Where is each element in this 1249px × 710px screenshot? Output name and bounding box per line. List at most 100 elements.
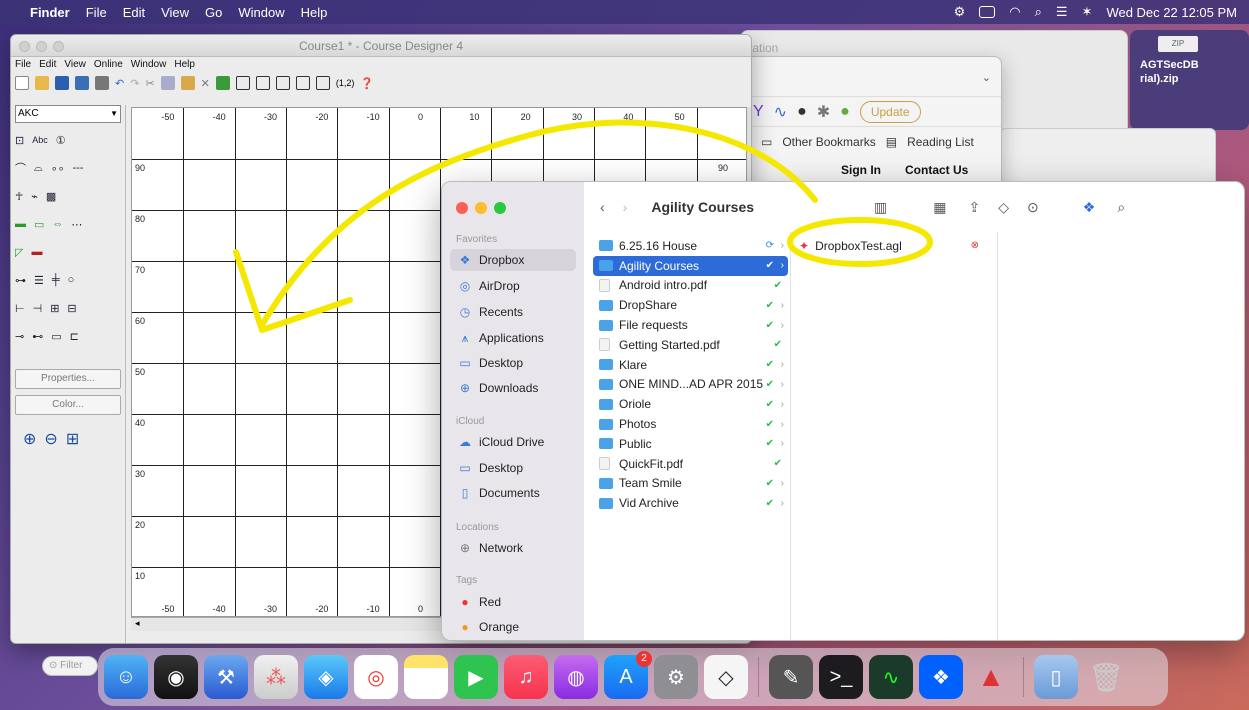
weave-icon[interactable]: ∘∘ — [51, 162, 65, 175]
sign-in-link[interactable]: Sign In — [841, 163, 881, 177]
finder-list-item[interactable]: Klare ✔ › — [593, 355, 788, 375]
save-all-icon[interactable] — [75, 76, 89, 90]
cd-menu-edit[interactable]: Edit — [39, 57, 56, 73]
text-label-icon[interactable] — [315, 76, 330, 90]
broad-jump-icon[interactable]: ⊸ — [15, 330, 24, 343]
sidebar-item-icloud-drive[interactable]: ☁ iCloud Drive — [450, 431, 576, 453]
save-icon[interactable] — [55, 76, 69, 90]
zoom-in-icon[interactable]: ⊕ — [23, 429, 36, 449]
oxer-icon[interactable]: ⊟ — [67, 302, 76, 315]
sidebar-item-documents[interactable]: ▯ Documents — [450, 482, 576, 504]
virtualbox-dock-icon[interactable]: ◇ — [704, 655, 748, 699]
dog-icon[interactable]: ⌁ — [31, 190, 38, 203]
new-icon[interactable] — [15, 76, 29, 90]
extension-icon-3[interactable]: ● — [797, 103, 807, 121]
zoom-out-icon[interactable]: ⊖ — [44, 429, 57, 449]
finder-list-item[interactable]: Getting Started.pdf ✔ — [593, 335, 788, 355]
menu-help[interactable]: Help — [301, 5, 328, 20]
cut-icon[interactable]: ✂ — [145, 77, 154, 90]
finder-list-item[interactable]: ✦ DropboxTest.agl ⊗ — [793, 236, 995, 256]
path-icon[interactable] — [275, 76, 290, 90]
siri-icon[interactable]: ✶ — [1082, 4, 1093, 20]
double-jump-icon[interactable]: ⊞ — [50, 302, 59, 315]
sidebar-item-dropbox[interactable]: ❖ Dropbox — [450, 249, 576, 271]
help-icon[interactable]: ❓ — [360, 77, 374, 90]
finder-list-item[interactable]: ONE MIND...AD APR 2015 ✔ › — [593, 375, 788, 395]
chevron-down-icon[interactable]: ⌄ — [982, 71, 991, 84]
sidebar-item-tag-red[interactable]: ● Red — [450, 591, 576, 613]
course-designer-dock-icon[interactable]: ✎ — [769, 655, 813, 699]
finder-list-item[interactable]: Vid Archive ✔ › — [593, 493, 788, 513]
menu-clock[interactable]: Wed Dec 22 12:05 PM — [1106, 5, 1237, 20]
teeter-icon[interactable]: ▭ — [34, 218, 44, 231]
cd-menu-help[interactable]: Help — [174, 57, 195, 73]
sidebar-item-tag-orange[interactable]: ● Orange — [450, 616, 576, 638]
number-marker-icon[interactable]: ① — [56, 134, 66, 147]
dropbox-dock-icon[interactable]: ❖ — [919, 655, 963, 699]
dash-line-icon[interactable]: --- — [72, 162, 83, 174]
menu-edit[interactable]: Edit — [123, 5, 145, 20]
menu-file[interactable]: File — [86, 5, 107, 20]
reading-list[interactable]: Reading List — [907, 135, 974, 149]
wing-jump-icon[interactable]: ⊣ — [33, 302, 43, 315]
contact-link[interactable]: Contact Us — [905, 163, 968, 177]
open-icon[interactable] — [35, 76, 49, 90]
color-button[interactable]: Color... — [15, 395, 121, 415]
forward-icon[interactable]: › — [623, 199, 628, 215]
chrome-dock-icon[interactable]: ◎ — [354, 655, 398, 699]
jump-icon[interactable]: ⊶ — [15, 274, 26, 287]
text-tool-icon[interactable]: Abc — [32, 135, 48, 145]
cd-menu-window[interactable]: Window — [131, 57, 167, 73]
puzzle-icon[interactable]: ✱ — [817, 102, 830, 122]
bar-jump-icon[interactable]: ⊢ — [15, 302, 25, 315]
system-preferences-dock-icon[interactable]: ⚙ — [654, 655, 698, 699]
finder-list-item[interactable]: Photos ✔ › — [593, 414, 788, 434]
sidebar-item-applications[interactable]: ⩚ Applications — [450, 327, 576, 349]
chute-icon[interactable]: ▭ — [51, 330, 61, 343]
close-button[interactable] — [19, 41, 30, 52]
sidebar-item-desktop[interactable]: ▭ Desktop — [450, 352, 576, 374]
properties-button[interactable]: Properties... — [15, 369, 121, 389]
spread-icon[interactable]: ⊏ — [70, 330, 79, 343]
activity-monitor-dock-icon[interactable]: ∿ — [869, 655, 913, 699]
finder-zoom-button[interactable] — [494, 202, 506, 214]
tire-icon[interactable]: ○ — [68, 274, 75, 286]
siri-dock-icon[interactable]: ◉ — [154, 655, 198, 699]
pattern-icon[interactable]: ▩ — [46, 190, 56, 203]
group-icon[interactable]: ▦ — [933, 199, 946, 216]
print-icon[interactable] — [95, 76, 109, 90]
extension-icon-2[interactable]: ∿ — [774, 102, 787, 122]
undo-icon[interactable]: ↶ — [115, 77, 124, 90]
long-jump-icon[interactable]: ⊷ — [32, 330, 43, 343]
delete-icon[interactable]: ✕ — [201, 77, 210, 90]
back-icon[interactable]: ‹ — [600, 199, 605, 215]
trash-dock-icon[interactable]: 🗑 — [1084, 655, 1128, 699]
dropbox-toolbar-icon[interactable]: ❖ — [1083, 199, 1096, 216]
aframe-icon[interactable]: ⇔ — [52, 218, 63, 230]
zoom-button[interactable] — [53, 41, 64, 52]
launchpad-dock-icon[interactable]: ⁂ — [254, 655, 298, 699]
status-icon[interactable]: ⚙ — [954, 4, 966, 20]
safari-dock-icon[interactable]: ◈ — [304, 655, 348, 699]
redo-icon[interactable]: ↷ — [130, 77, 139, 90]
update-button[interactable]: Update — [859, 100, 921, 123]
control-center-icon[interactable]: ☰ — [1056, 4, 1068, 20]
scroll-left-icon[interactable]: ◂ — [135, 618, 140, 629]
finder-list-item[interactable]: Public ✔ › — [593, 434, 788, 454]
spotlight-icon[interactable]: ⌕ — [1035, 4, 1042, 20]
menu-app-name[interactable]: Finder — [30, 5, 70, 20]
share-icon[interactable]: ⇪ — [969, 199, 981, 216]
tunnel-icon[interactable]: ⌒ — [15, 160, 26, 176]
edit-icon[interactable] — [235, 76, 250, 90]
app-store-dock-icon[interactable]: A2 — [604, 651, 652, 699]
finder-list-item[interactable]: File requests ✔ › — [593, 315, 788, 335]
paste-icon[interactable] — [180, 76, 195, 90]
extension-icon-1[interactable]: Y — [753, 103, 764, 121]
music-dock-icon[interactable]: ♫ — [504, 655, 548, 699]
copy-icon[interactable] — [160, 76, 175, 90]
cd-menu-view[interactable]: View — [64, 57, 86, 73]
menu-go[interactable]: Go — [205, 5, 222, 20]
sidebar-item-recents[interactable]: ◷ Recents — [450, 301, 576, 323]
finder-list-item[interactable]: QuickFit.pdf ✔ — [593, 454, 788, 474]
red-bar-icon[interactable]: ▬ — [31, 246, 42, 258]
